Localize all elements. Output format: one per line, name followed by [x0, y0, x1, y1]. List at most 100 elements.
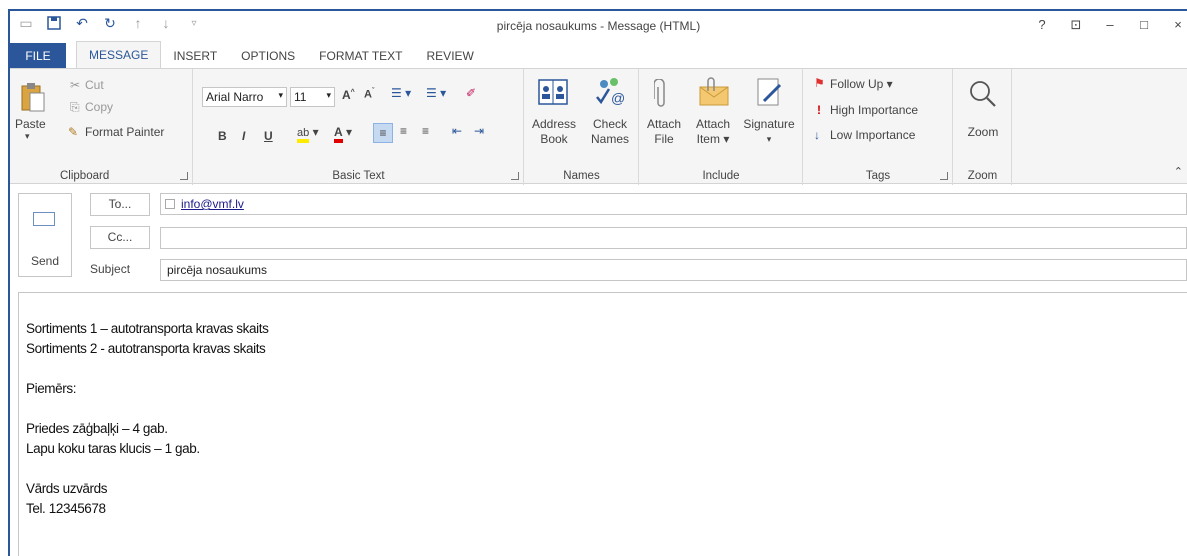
bullets-icon[interactable]: ☰ ▾ [391, 86, 411, 100]
follow-up-button[interactable]: Follow Up ▾ [830, 77, 893, 91]
close-icon[interactable]: × [1171, 17, 1185, 33]
basic-text-group-label: Basic Text [332, 170, 385, 182]
address-book-button[interactable]: Address Book [531, 117, 577, 147]
tab-file[interactable]: FILE [10, 43, 66, 69]
attach-file-icon[interactable] [653, 78, 668, 112]
format-painter-button[interactable]: Format Painter [85, 125, 164, 139]
collapse-ribbon-icon[interactable]: ⌃ [1174, 165, 1183, 178]
grow-font-icon[interactable]: A^ [342, 88, 355, 102]
align-center-icon[interactable]: ≡ [400, 124, 407, 138]
low-importance-icon: ↓ [814, 128, 820, 142]
font-size-value: 11 [294, 90, 307, 104]
basic-text-launcher-icon[interactable] [511, 172, 519, 180]
font-size-select[interactable]: 11 ▾ [290, 87, 335, 107]
address-book-icon[interactable] [538, 79, 568, 108]
body-blank-line [26, 459, 1187, 479]
signature-icon[interactable] [756, 77, 784, 112]
tab-format-text[interactable]: FORMAT TEXT [307, 43, 414, 69]
zoom-group: Zoom Zoom [954, 69, 1012, 185]
shrink-font-icon[interactable]: Aˇ [364, 88, 374, 101]
italic-button[interactable]: I [242, 129, 245, 143]
subject-label: Subject [90, 262, 131, 276]
numbering-icon[interactable]: ☰ ▾ [426, 86, 446, 100]
send-label: Send [30, 254, 60, 268]
attach-file-label-2: File [654, 132, 674, 146]
tab-insert[interactable]: INSERT [161, 43, 229, 69]
cc-field[interactable] [160, 227, 1187, 249]
send-envelope-icon [33, 212, 55, 226]
attach-item-button[interactable]: Attach Item ▾ [690, 117, 736, 147]
zoom-group-label: Zoom [967, 170, 998, 182]
check-names-icon[interactable]: @ [595, 77, 627, 110]
tab-review[interactable]: REVIEW [415, 43, 486, 69]
underline-button[interactable]: U [264, 129, 273, 143]
tags-group-label: Tags [865, 170, 891, 182]
low-importance-button[interactable]: Low Importance [830, 128, 915, 142]
tags-launcher-icon[interactable] [940, 172, 948, 180]
font-color-icon[interactable]: A ▾ [334, 125, 352, 143]
body-line: Priedes zāģbaļķi – 4 gab. [26, 421, 168, 436]
clipboard-group-label: Clipboard [60, 170, 110, 182]
attach-item-icon[interactable] [696, 77, 732, 110]
check-names-label-2: Names [590, 132, 629, 146]
high-importance-icon: ! [817, 103, 821, 117]
signature-button[interactable]: Signature ▾ [736, 117, 802, 147]
attach-item-label-1: Attach [695, 117, 731, 131]
body-line: Tel. 12345678 [26, 501, 106, 516]
font-name-value: Arial Narro [206, 90, 264, 104]
cut-button[interactable]: Cut [85, 78, 104, 92]
decrease-indent-icon[interactable]: ⇤ [452, 124, 462, 138]
high-importance-button[interactable]: High Importance [830, 103, 918, 117]
ribbon: Paste ▾ ✂ Cut ⎘ Copy ✎ Format Painter Cl… [10, 68, 1187, 185]
zoom-button[interactable]: Zoom [954, 125, 1012, 140]
clear-formatting-icon[interactable]: ✐ [466, 86, 476, 100]
align-right-icon[interactable]: ≡ [422, 124, 429, 138]
basic-text-group: Arial Narro ▾ 11 ▾ A^ Aˇ ☰ ▾ ☰ ▾ ✐ B I U a… [194, 69, 524, 185]
to-button[interactable]: To... [90, 193, 150, 216]
signature-dropdown-icon: ▾ [766, 134, 772, 144]
tags-group: ⚑ Follow Up ▾ ! High Importance ↓ Low Im… [804, 69, 953, 185]
cc-button[interactable]: Cc... [90, 226, 150, 249]
bold-button[interactable]: B [218, 129, 227, 143]
names-group-label: Names [563, 170, 600, 182]
names-group: Address Book @ Check Names Names [525, 69, 639, 185]
zoom-icon[interactable] [968, 79, 998, 112]
paste-icon[interactable] [20, 81, 46, 116]
font-name-select[interactable]: Arial Narro ▾ [202, 87, 287, 107]
tab-options[interactable]: OPTIONS [229, 43, 307, 69]
attach-file-label-1: Attach [646, 117, 682, 131]
svg-text:@: @ [611, 90, 625, 106]
tab-message[interactable]: MESSAGE [76, 41, 162, 69]
to-field[interactable]: info@vmf.lv [160, 193, 1187, 215]
paste-dropdown-icon[interactable]: ▾ [25, 131, 30, 142]
maximize-icon[interactable]: □ [1137, 17, 1151, 33]
attach-file-button[interactable]: Attach File [644, 117, 684, 147]
check-names-button[interactable]: Check Names [585, 117, 635, 147]
increase-indent-icon[interactable]: ⇥ [474, 124, 484, 138]
outlook-message-window: ▭ ↶ ↻ ↑ ↓ ▿ pircēja nosaukums - Message … [8, 9, 1187, 556]
signature-label: Signature [743, 117, 795, 131]
body-line: Vārds uzvārds [26, 481, 108, 496]
highlight-color-icon[interactable]: ab ▾ [297, 125, 319, 143]
clipboard-group: Paste ▾ ✂ Cut ⎘ Copy ✎ Format Painter Cl… [10, 69, 193, 185]
message-body[interactable]: Sortiments 1 – autotransporta kravas ska… [18, 292, 1187, 556]
clipboard-launcher-icon[interactable] [180, 172, 188, 180]
copy-icon: ⎘ [70, 100, 80, 114]
paste-button[interactable]: Paste [15, 117, 46, 131]
body-line: Sortiments 2 - autotransporta kravas ska… [26, 341, 266, 356]
format-painter-icon: ✎ [68, 125, 79, 139]
recipient-to[interactable]: info@vmf.lv [181, 197, 244, 211]
help-icon[interactable]: ? [1035, 17, 1049, 33]
compose-header: Send To... Cc... Subject info@vmf.lv pir… [10, 185, 1187, 285]
subject-field[interactable]: pircēja nosaukums [160, 259, 1187, 281]
body-blank-line [26, 359, 1187, 379]
align-left-icon[interactable]: ≡ [373, 123, 393, 143]
recipient-checkbox-icon [165, 199, 175, 209]
minimize-icon[interactable]: – [1103, 17, 1117, 33]
title-bar: ▭ ↶ ↻ ↑ ↓ ▿ pircēja nosaukums - Message … [10, 11, 1187, 41]
body-line: Lapu koku taras klucis – 1 gab. [26, 441, 200, 456]
send-button[interactable]: Send [18, 193, 72, 277]
ribbon-tabs: FILE MESSAGE INSERT OPTIONS FORMAT TEXT … [10, 41, 1187, 69]
copy-button[interactable]: Copy [85, 100, 113, 114]
ribbon-display-options-icon[interactable]: ⊡ [1069, 17, 1083, 33]
